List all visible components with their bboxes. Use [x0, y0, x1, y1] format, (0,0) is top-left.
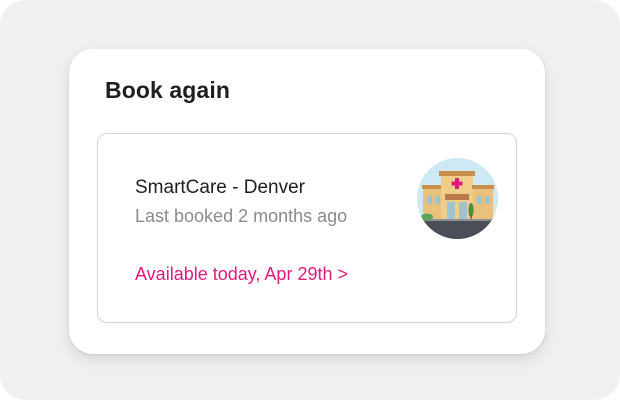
card-title: Book again [105, 77, 230, 103]
clinic-building-icon [417, 158, 498, 239]
provider-name: SmartCare - Denver [135, 177, 305, 198]
availability-link[interactable]: Available today, Apr 29th > [135, 264, 348, 285]
page-background: Book again SmartCare - Denver Last booke… [0, 0, 620, 400]
book-again-card: Book again SmartCare - Denver Last booke… [69, 49, 545, 354]
provider-tile[interactable]: SmartCare - Denver Last booked 2 months … [97, 133, 517, 323]
last-booked-text: Last booked 2 months ago [135, 206, 348, 226]
clinic-illustration [417, 158, 498, 239]
